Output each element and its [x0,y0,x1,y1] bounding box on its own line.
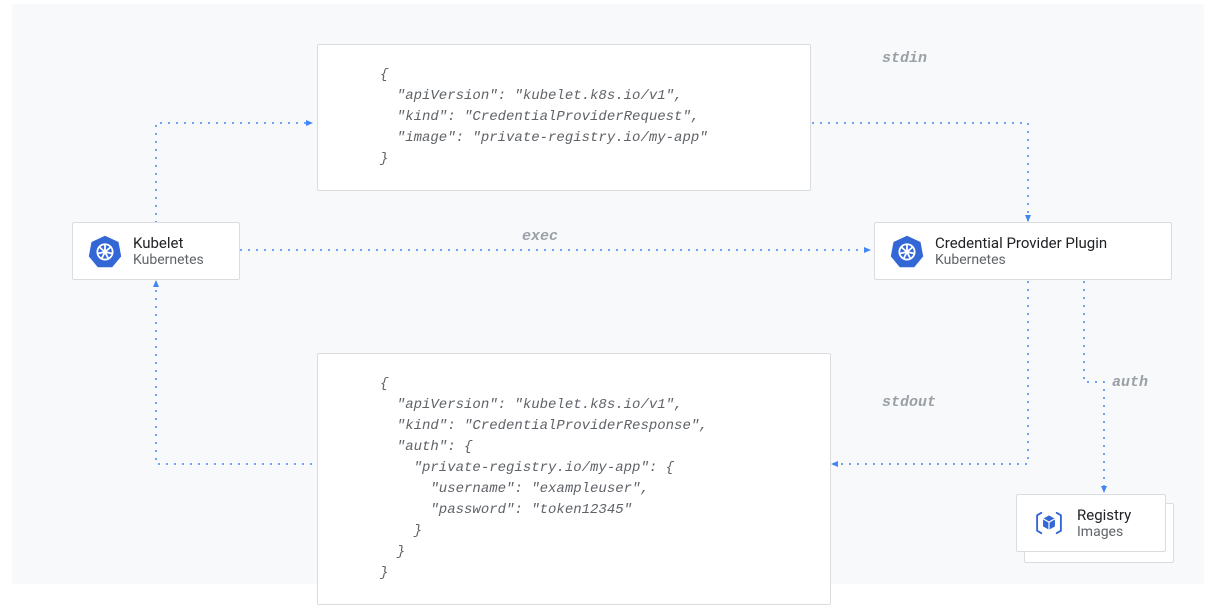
kubelet-sub: Kubernetes [133,252,204,268]
kubernetes-icon [889,233,925,269]
label-stdout: stdout [882,394,936,411]
label-exec: exec [522,228,558,245]
registry-title: Registry [1077,506,1131,524]
label-auth: auth [1112,374,1148,391]
registry-icon [1031,505,1067,541]
code-response: { "apiVersion": "kubelet.k8s.io/v1", "ki… [317,353,831,605]
plugin-sub: Kubernetes [935,252,1107,268]
node-registry: Registry Images [1016,494,1166,552]
plugin-title: Credential Provider Plugin [935,234,1107,252]
kubelet-title: Kubelet [133,234,204,252]
node-plugin: Credential Provider Plugin Kubernetes [874,222,1172,280]
node-kubelet: Kubelet Kubernetes [72,222,240,280]
code-request: { "apiVersion": "kubelet.k8s.io/v1", "ki… [317,44,811,191]
label-stdin: stdin [882,50,927,67]
registry-sub: Images [1077,524,1131,540]
kubernetes-icon [87,233,123,269]
